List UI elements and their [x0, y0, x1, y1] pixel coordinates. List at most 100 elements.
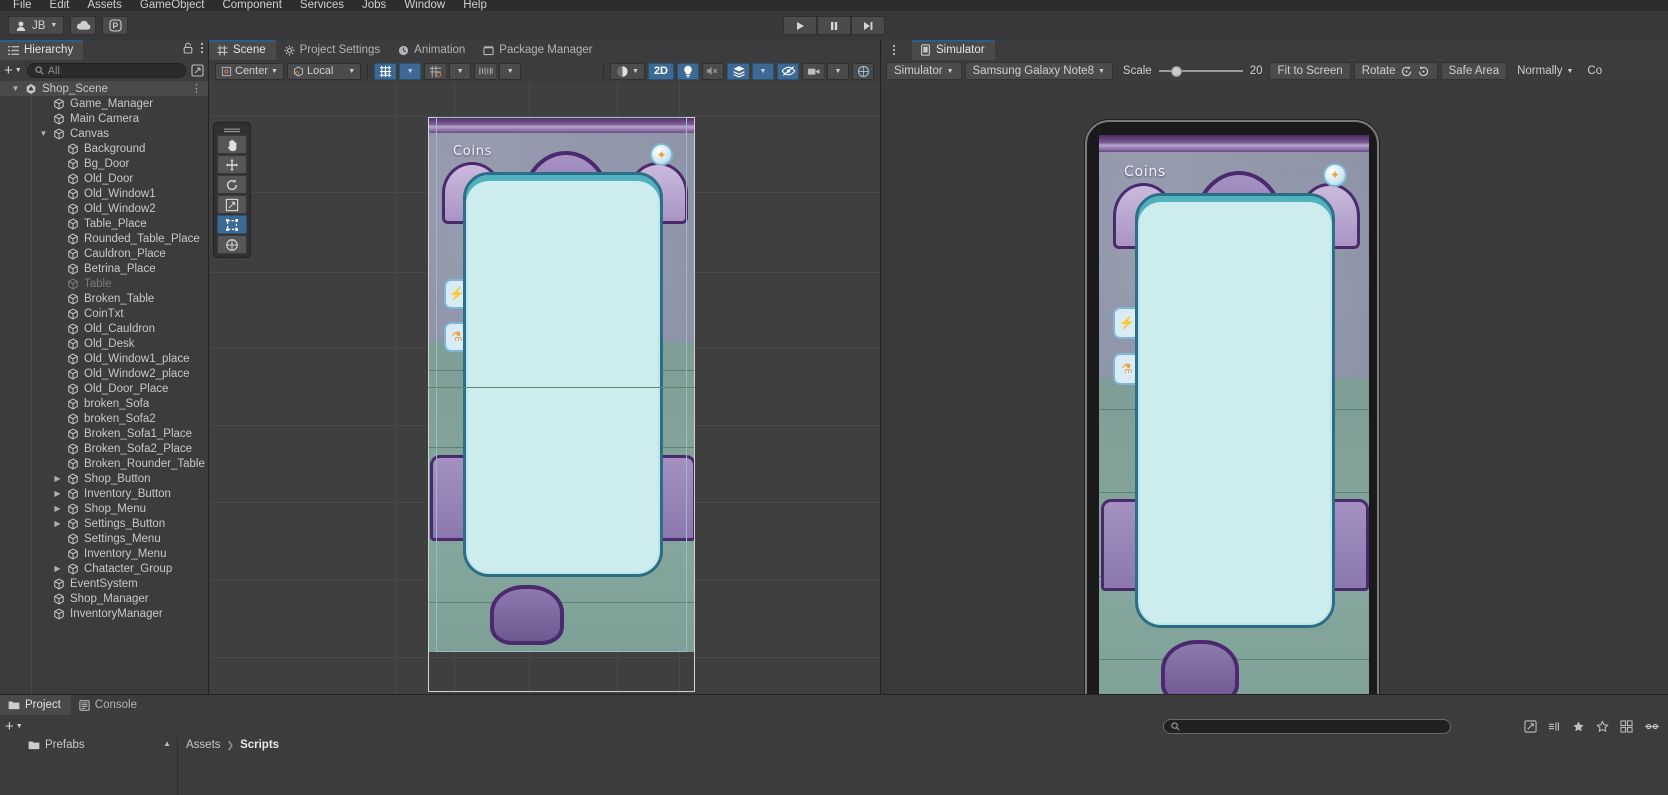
hierarchy-item-shop-manager[interactable]: Shop_Manager [0, 591, 208, 606]
packages-icon[interactable] [1524, 719, 1537, 733]
audio-toggle[interactable] [702, 62, 724, 80]
menu-item-help[interactable]: Help [454, 0, 496, 11]
resolution-dropdown[interactable]: Normally ▼ [1510, 62, 1580, 80]
hierarchy-item-eventsystem[interactable]: EventSystem [0, 576, 208, 591]
menu-item-jobs[interactable]: Jobs [353, 0, 395, 11]
star-icon[interactable] [1596, 719, 1609, 733]
menu-item-services[interactable]: Services [291, 0, 353, 11]
hierarchy-item-canvas[interactable]: ▼ Canvas [0, 126, 208, 141]
chevron-right-icon[interactable]: ▶ [52, 489, 63, 498]
hierarchy-item-old-cauldron[interactable]: Old_Cauldron [0, 321, 208, 336]
move-tool[interactable] [217, 155, 247, 174]
hierarchy-item-old-door-place[interactable]: Old_Door_Place [0, 381, 208, 396]
pause-button[interactable] [817, 16, 851, 35]
hierarchy-item-settings-menu[interactable]: Settings_Menu [0, 531, 208, 546]
snap-increment-toggle[interactable] [424, 62, 447, 80]
rotate-tool[interactable] [217, 175, 247, 194]
grid-snap-dropdown[interactable]: ▼ [399, 62, 422, 80]
scene-tools-overlay[interactable] [213, 122, 251, 258]
fit-to-screen-button[interactable]: Fit to Screen [1269, 62, 1351, 80]
transform-tool[interactable] [217, 235, 247, 254]
hierarchy-item-main-camera[interactable]: Main Camera [0, 111, 208, 126]
project-folder-tree[interactable]: Prefabs ▲ [0, 737, 178, 795]
grid-view-icon[interactable] [1620, 719, 1633, 733]
ruler-toggle[interactable] [474, 62, 497, 80]
hidden-objects-toggle[interactable] [777, 62, 799, 80]
hierarchy-item-cauldron-place[interactable]: Cauldron_Place [0, 246, 208, 261]
pivot-dropdown[interactable]: Center ▼ [215, 62, 284, 80]
simulator-viewport[interactable]: Coins ✦ ⚡ ⚗ [882, 82, 1668, 730]
hierarchy-item-shop-menu[interactable]: ▶ Shop_Menu [0, 501, 208, 516]
effects-dropdown[interactable]: ▼ [752, 62, 774, 80]
sort-arrow-icon[interactable]: ▲ [163, 739, 171, 748]
hand-tool[interactable] [217, 135, 247, 154]
hierarchy-item-broken-sofa2-place[interactable]: Broken_Sofa2_Place [0, 441, 208, 456]
hierarchy-item-settings-button[interactable]: ▶ Settings_Button [0, 516, 208, 531]
create-asset-button[interactable]: + ▼ [5, 719, 23, 734]
hierarchy-item-broken-sofa1-place[interactable]: Broken_Sofa1_Place [0, 426, 208, 441]
menu-item-file[interactable]: File [4, 0, 41, 11]
hierarchy-item-bg-door[interactable]: Bg_Door [0, 156, 208, 171]
coin-flower-icon[interactable]: ✦ [1323, 163, 1347, 187]
overflow-label[interactable]: Co [1580, 62, 1609, 80]
breadcrumb-assets[interactable]: Assets [186, 739, 221, 751]
2d-toggle[interactable]: 2D [647, 62, 674, 80]
folder-item-prefabs[interactable]: Prefabs [0, 737, 177, 753]
kebab-menu-icon[interactable]: ⋮ [191, 82, 202, 95]
chevron-right-icon[interactable]: ▶ [52, 474, 63, 483]
scene-panel-kebab-icon[interactable] [892, 44, 896, 56]
hierarchy-item-old-desk[interactable]: Old_Desk [0, 336, 208, 351]
filter-icon[interactable] [191, 64, 204, 77]
chevron-right-icon[interactable]: ▶ [52, 504, 63, 513]
tab-project[interactable]: Project [0, 695, 71, 715]
hierarchy-item-inventory-menu[interactable]: Inventory_Menu [0, 546, 208, 561]
tab-package-manager[interactable]: Package Manager [475, 40, 603, 60]
hierarchy-item-cointxt[interactable]: CoinTxt [0, 306, 208, 321]
tab-animation[interactable]: Animation [390, 40, 476, 60]
hierarchy-item-old-window2[interactable]: Old_Window2 [0, 201, 208, 216]
hierarchy-item-shop-scene[interactable]: ▼ Shop_Scene ⋮ [0, 81, 208, 96]
coin-flower-icon[interactable]: ✦ [650, 143, 673, 166]
hierarchy-item-inventorymanager[interactable]: InventoryManager [0, 606, 208, 621]
breadcrumb-scripts[interactable]: Scripts [240, 739, 279, 751]
scene-camera-dropdown[interactable]: ▼ [827, 62, 849, 80]
tab-project-settings[interactable]: Project Settings [275, 40, 391, 60]
play-button[interactable] [783, 16, 817, 35]
hierarchy-item-broken-table[interactable]: Broken_Table [0, 291, 208, 306]
hierarchy-item-broken-sofa2[interactable]: broken_Sofa2 [0, 411, 208, 426]
menu-item-assets[interactable]: Assets [78, 0, 131, 11]
hierarchy-item-old-window2-place[interactable]: Old_Window2_place [0, 366, 208, 381]
hierarchy-item-betrina-place[interactable]: Betrina_Place [0, 261, 208, 276]
space-dropdown[interactable]: Local ▼ [286, 62, 362, 80]
favorite-icon[interactable] [1572, 720, 1585, 733]
hierarchy-item-old-window1[interactable]: Old_Window1 [0, 186, 208, 201]
scene-viewport[interactable]: Coins ✦ ⚡ ⚗ [209, 82, 880, 694]
effects-toggle[interactable] [727, 62, 749, 80]
scale-slider[interactable] [1158, 62, 1243, 80]
lighting-toggle[interactable] [677, 62, 699, 80]
project-search-input[interactable] [1163, 718, 1451, 734]
scene-camera-toggle[interactable] [802, 62, 824, 80]
grid-snap-toggle[interactable]: Y [374, 62, 397, 80]
hierarchy-item-broken-rounder-table[interactable]: Broken_Rounder_Table [0, 456, 208, 471]
hierarchy-item-game-manager[interactable]: Game_Manager [0, 96, 208, 111]
hierarchy-tree[interactable]: ▼ Shop_Scene ⋮ Game_Manager Main Camera ▼ Canv… [0, 81, 208, 694]
hierarchy-item-inventory-button[interactable]: ▶ Inventory_Button [0, 486, 208, 501]
slider-knob[interactable] [1170, 65, 1182, 77]
hierarchy-item-broken-sofa[interactable]: broken_Sofa [0, 396, 208, 411]
scene-gizmo-toggle[interactable] [852, 62, 874, 80]
hierarchy-item-chatacter-group[interactable]: ▶ Chatacter_Group [0, 561, 208, 576]
snap-increment-dropdown[interactable]: ▼ [449, 62, 472, 80]
chevron-right-icon[interactable]: ▶ [52, 519, 63, 528]
menu-item-window[interactable]: Window [395, 0, 454, 11]
tab-simulator[interactable]: Simulator [912, 40, 995, 60]
hierarchy-item-old-door[interactable]: Old_Door [0, 171, 208, 186]
hierarchy-item-rounded-table-place[interactable]: Rounded_Table_Place [0, 231, 208, 246]
tab-console[interactable]: Console [70, 695, 147, 715]
tab-hierarchy[interactable]: Hierarchy [0, 40, 84, 60]
overlay-drag-handle[interactable] [217, 126, 247, 134]
device-dropdown[interactable]: Samsung Galaxy Note8 ▼ [964, 62, 1113, 80]
ruler-dropdown[interactable]: ▼ [499, 62, 522, 80]
hierarchy-item-shop-button[interactable]: ▶ Shop_Button [0, 471, 208, 486]
lock-icon[interactable] [183, 42, 193, 54]
